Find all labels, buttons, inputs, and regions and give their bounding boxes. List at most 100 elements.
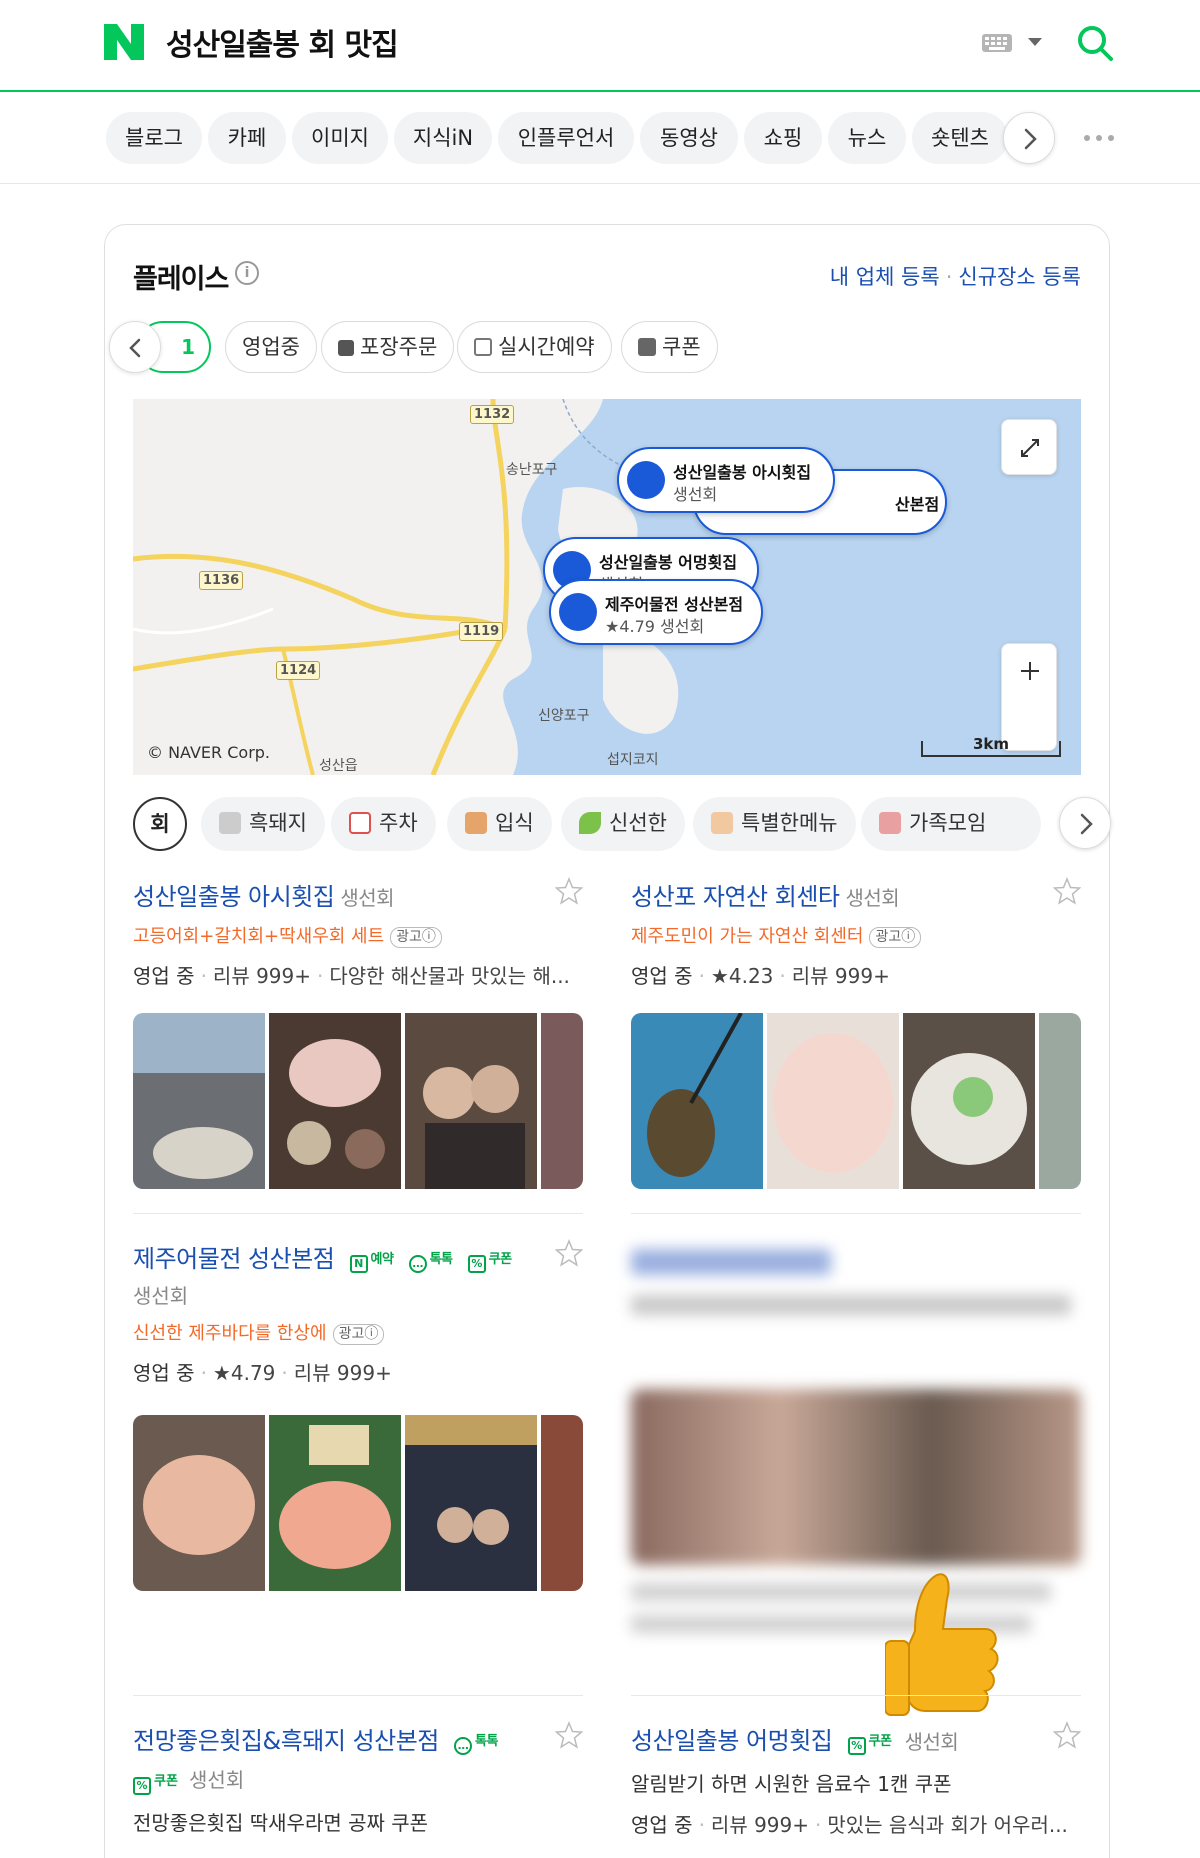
rating-star-icon: ★: [212, 1361, 231, 1385]
result-card[interactable]: 전망좋은횟집&흑돼지 성산본점 … 톡톡 % 쿠폰 생선회 전망좋은횟집 딱새우라면…: [133, 1721, 583, 1836]
save-star-icon[interactable]: [1053, 877, 1081, 905]
category-chip[interactable]: 특별한메뉴: [693, 797, 856, 851]
result-photos[interactable]: [631, 1013, 1081, 1189]
talktalk-badge[interactable]: … 톡톡: [454, 1730, 498, 1755]
save-star-icon[interactable]: [555, 877, 583, 905]
ad-badge[interactable]: 광고ⓘ: [390, 927, 442, 948]
place-panel: 플레이스 i 내 업체 등록 · 신규장소 등록 1 영업중 포장주문 실시간예약 …: [104, 224, 1111, 1858]
ad-badge[interactable]: 광고ⓘ: [869, 927, 922, 948]
chevron-right-icon: [1080, 813, 1093, 835]
calendar-icon: [474, 338, 492, 356]
naver-n-icon: [338, 340, 354, 356]
tab-cafe[interactable]: 카페: [208, 112, 286, 164]
ad-line[interactable]: 제주도민이 가는 자연산 회센터 광고ⓘ: [631, 922, 1081, 948]
category-chip[interactable]: 주차: [331, 797, 436, 851]
result-photos[interactable]: [133, 1415, 583, 1591]
photo[interactable]: [133, 1013, 265, 1189]
save-star-icon[interactable]: [1053, 1721, 1081, 1749]
result-title[interactable]: 제주어물전 성산본점 N 예약 … 톡톡 % 쿠폰: [133, 1239, 583, 1274]
result-title[interactable]: 전망좋은횟집&흑돼지 성산본점 … 톡톡: [133, 1721, 583, 1756]
filter-open-now[interactable]: 영업중: [225, 321, 317, 373]
result-card[interactable]: 제주어물전 성산본점 N 예약 … 톡톡 % 쿠폰 생선회 신선한 제주바다를 한상에…: [133, 1239, 583, 1386]
register-business-link[interactable]: 내 업체 등록: [830, 265, 940, 289]
talktalk-badge[interactable]: … 톡톡: [408, 1248, 453, 1273]
ad-line[interactable]: 신선한 제주바다를 한상에 광고ⓘ: [133, 1319, 583, 1345]
category-chip[interactable]: 입식: [447, 797, 552, 851]
badge-line: % 쿠폰 생선회: [133, 1764, 583, 1795]
zoom-out-icon[interactable]: [1002, 644, 1058, 698]
tab-image[interactable]: 이미지: [292, 112, 388, 164]
meta-line: 영업 중 · ★4.23 · 리뷰 999+: [631, 964, 890, 988]
photo[interactable]: [405, 1415, 537, 1591]
category-chip[interactable]: 신선한: [561, 797, 685, 851]
coupon-badge[interactable]: % 쿠폰: [133, 1770, 178, 1795]
photo[interactable]: [133, 1415, 265, 1591]
tab-blog[interactable]: 블로그: [106, 112, 202, 164]
search-icon[interactable]: [1076, 24, 1114, 62]
photo[interactable]: [541, 1013, 583, 1189]
ad-line[interactable]: 고등어회+갈치회+딱새우회 세트 광고ⓘ: [133, 922, 583, 948]
parking-icon: [349, 812, 371, 834]
filter-realtime-booking[interactable]: 실시간예약: [457, 321, 612, 373]
tabs-next-button[interactable]: [1003, 112, 1055, 164]
dropdown-caret-icon[interactable]: [1028, 38, 1042, 46]
photo[interactable]: [269, 1415, 401, 1591]
tab-news[interactable]: 뉴스: [828, 112, 906, 164]
naver-logo[interactable]: [104, 24, 144, 60]
tab-video[interactable]: 동영상: [640, 112, 738, 164]
booking-badge[interactable]: N 예약: [349, 1248, 394, 1273]
new-place-link[interactable]: 신규장소 등록: [958, 265, 1081, 289]
result-description: 전망좋은횟집 딱새우라면 공짜 쿠폰: [133, 1811, 429, 1835]
coupon-badge[interactable]: % 쿠폰: [847, 1730, 892, 1755]
leaf-icon: [579, 812, 601, 834]
photo[interactable]: [269, 1013, 401, 1189]
map-scale: 3km: [921, 735, 1061, 757]
thumbs-up-icon: [885, 1573, 999, 1716]
search-query[interactable]: 성산일출봉 회 맛집: [166, 20, 399, 64]
result-card[interactable]: 성산일출봉 어멍횟집 % 쿠폰 생선회 알림받기 하면 시원한 음료수 1캔 쿠폰…: [631, 1721, 1081, 1838]
keyboard-icon[interactable]: [982, 34, 1012, 52]
filter-takeout[interactable]: 포장주문: [321, 321, 455, 373]
place-map[interactable]: 1132 1136 1119 1124 송난포구 신양포구 섭지코지 성산읍 산…: [133, 399, 1081, 775]
result-card[interactable]: 성산포 자연산 회센타 생선회 제주도민이 가는 자연산 회센터 광고ⓘ 영업 중 ·…: [631, 877, 1081, 989]
tab-influencer[interactable]: 인플루언서: [498, 112, 634, 164]
chevron-right-icon: [1024, 128, 1037, 150]
photo[interactable]: [541, 1415, 583, 1591]
ad-badge[interactable]: 광고ⓘ: [332, 1324, 385, 1345]
photo[interactable]: [1039, 1013, 1081, 1189]
tab-shopping[interactable]: 쇼핑: [744, 112, 822, 164]
category-chip[interactable]: 가족모임: [861, 797, 1041, 851]
filters-prev-button[interactable]: [109, 321, 161, 373]
tab-shortents[interactable]: 숏텐츠: [912, 112, 1008, 164]
road-sign: 1132: [470, 405, 515, 424]
photo[interactable]: [767, 1013, 899, 1189]
map-copyright: © NAVER Corp.: [147, 743, 271, 762]
save-star-icon[interactable]: [555, 1721, 583, 1749]
result-title[interactable]: 성산일출봉 아시횟집 생선회: [133, 877, 583, 912]
map-marker[interactable]: 제주어물전 성산본점 ★4.79 생선회: [549, 579, 763, 645]
result-card[interactable]: 성산일출봉 아시횟집 생선회 고등어회+갈치회+딱새우회 세트 광고ⓘ 영업 중 · 리…: [133, 877, 583, 989]
photo[interactable]: [631, 1013, 763, 1189]
result-title[interactable]: 성산일출봉 어멍횟집 % 쿠폰 생선회: [631, 1721, 1081, 1756]
meta-line: 영업 중 · ★4.79 · 리뷰 999+: [133, 1361, 392, 1385]
divider: [133, 1695, 583, 1696]
more-icon[interactable]: [1084, 135, 1118, 143]
save-star-icon[interactable]: [555, 1239, 583, 1267]
map-label: 송난포구: [506, 462, 558, 478]
map-expand-button[interactable]: [1001, 419, 1057, 475]
photo[interactable]: [405, 1013, 537, 1189]
result-title[interactable]: 성산포 자연산 회센타 생선회: [631, 877, 1081, 912]
result-photos[interactable]: [133, 1013, 583, 1189]
road-sign: 1124: [276, 661, 321, 680]
category-chip[interactable]: 흑돼지: [201, 797, 325, 851]
categories-next-button[interactable]: [1059, 797, 1111, 849]
info-icon[interactable]: i: [235, 261, 259, 285]
tab-kin[interactable]: 지식iN: [394, 112, 492, 164]
category-chip-selected[interactable]: 회: [133, 797, 187, 851]
photo[interactable]: [903, 1013, 1035, 1189]
coupon-badge[interactable]: % 쿠폰: [467, 1248, 512, 1273]
map-zoom-controls: [1001, 643, 1057, 751]
filter-coupon[interactable]: 쿠폰: [621, 321, 718, 373]
restaurant-pin-icon: [627, 461, 665, 499]
map-marker[interactable]: 성산일출봉 아시횟집 생선회: [617, 447, 835, 513]
